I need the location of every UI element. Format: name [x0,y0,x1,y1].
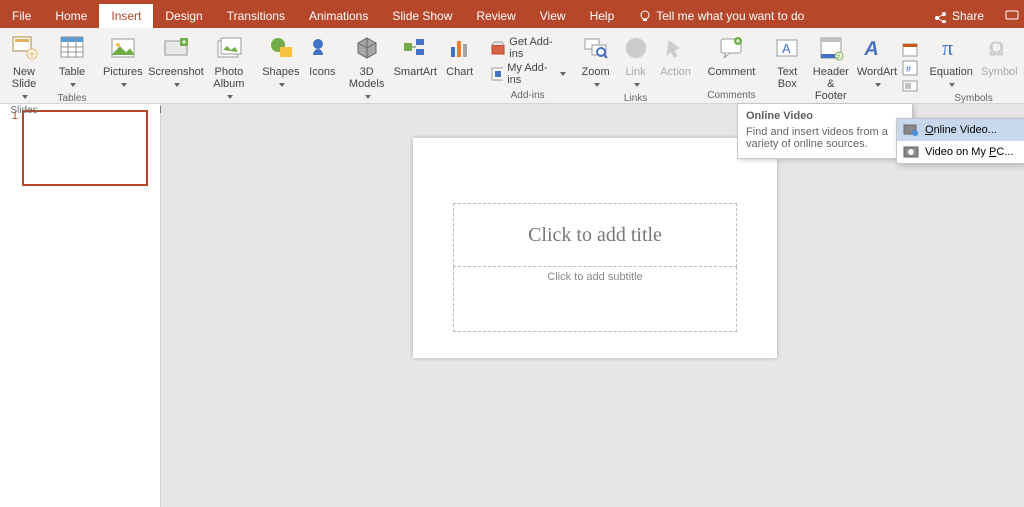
my-addins-button[interactable]: My Add-ins [488,62,568,86]
textbox-icon: A [771,32,803,64]
tab-home[interactable]: Home [43,4,99,28]
object-icon[interactable] [902,78,918,94]
wordart-icon: A [861,32,893,64]
symbol-button: Ω Symbol [977,30,1022,92]
menu-video-on-pc[interactable]: Video on My PC... [897,141,1024,163]
tab-view[interactable]: View [528,4,578,28]
action-button: Action [656,30,696,92]
svg-text:A: A [782,41,791,56]
group-label-addins: Add-ins [511,89,545,103]
group-images: Pictures Screenshot Photo Album Images [96,28,255,103]
screenshot-button[interactable]: Screenshot [146,30,207,104]
thumbnail-preview[interactable] [22,110,148,186]
thumbnail-slide-1[interactable]: 1 [0,110,160,186]
icons-icon [306,32,338,64]
menubar: File Home Insert Design Transitions Anim… [0,4,1024,28]
subtitle-placeholder[interactable]: Click to add subtitle [453,267,737,332]
wordart-button[interactable]: A WordArt [854,30,899,104]
svg-text:Ω: Ω [989,38,1004,60]
header-footer-icon: # [815,32,847,64]
link-button: Link [616,30,656,92]
video-dropdown-menu: Online Video... Video on My PC... [896,118,1024,164]
lightbulb-icon [638,9,652,23]
group-links: Zoom Link Action Links [572,28,700,103]
thumbnail-pane[interactable]: 1 [0,104,161,507]
online-video-icon [903,122,919,138]
titlebar [0,0,1024,4]
group-illustrations: Shapes Icons 3D Models SmartArt Chart Il… [255,28,483,103]
tab-design[interactable]: Design [153,4,214,28]
group-slides: New Slide Slides [0,28,48,103]
zoom-icon [580,32,612,64]
tab-slideshow[interactable]: Slide Show [380,4,464,28]
photo-album-button[interactable]: Photo Album [206,30,251,104]
link-icon [620,32,652,64]
tab-review[interactable]: Review [464,4,527,28]
tab-help[interactable]: Help [578,4,627,28]
table-button[interactable]: Table [52,30,92,92]
title-placeholder[interactable]: Click to add title [453,203,737,267]
chart-icon [444,32,476,64]
group-comments: Comment Comments [700,28,764,103]
tab-file[interactable]: File [0,4,43,28]
3d-models-button[interactable]: 3D Models [342,30,391,104]
smartart-button[interactable]: SmartArt [391,30,440,104]
workspace: 1 Click to add title Click to add subtit… [0,104,1024,507]
svg-text:π: π [942,35,953,60]
addins-icon [490,66,504,82]
share-button[interactable]: Share [924,9,994,23]
tooltip-desc: Find and insert videos from a variety of… [746,126,904,150]
new-slide-icon [8,32,40,64]
video-pc-icon [903,144,919,160]
tell-me[interactable]: Tell me what you want to do [638,9,804,23]
group-tables: Table Tables [48,28,96,103]
svg-text:A: A [864,38,881,60]
photo-album-icon [213,32,245,64]
action-icon [660,32,692,64]
slide-number-icon[interactable]: # [902,60,918,76]
pictures-button[interactable]: Pictures [100,30,146,104]
header-footer-button[interactable]: # Header & Footer [807,30,854,104]
tooltip-title: Online Video [746,110,904,122]
comment-button[interactable]: Comment [704,30,760,89]
slide-canvas[interactable]: Click to add title Click to add subtitle [161,104,1024,507]
new-slide-button[interactable]: New Slide [4,30,44,104]
equation-button[interactable]: π Equation [926,30,977,92]
slide[interactable]: Click to add title Click to add subtitle [413,138,777,358]
group-addins: Get Add-ins My Add-ins Add-ins [484,28,572,103]
get-addins-button[interactable]: Get Add-ins [488,36,568,60]
ribbon-insert: New Slide Slides Table Tables Pictures S… [0,28,1024,104]
tooltip-online-video: Online Video Find and insert videos from… [737,103,913,159]
screenshot-icon [160,32,192,64]
equation-icon: π [935,32,967,64]
group-text: A Text Box # Header & Footer A WordArt #… [763,28,921,103]
group-label-comments: Comments [707,89,755,103]
comments-pane-icon[interactable] [1004,8,1020,24]
textbox-button[interactable]: A Text Box [767,30,807,104]
pictures-icon [107,32,139,64]
tab-transitions[interactable]: Transitions [215,4,297,28]
icons-button[interactable]: Icons [302,30,342,104]
menu-online-video[interactable]: Online Video... [897,119,1024,141]
svg-text:#: # [836,52,841,61]
group-label-slides: Slides [10,104,37,118]
chart-button[interactable]: Chart [440,30,480,104]
group-symbols: π Equation Ω Symbol Symbols [922,28,1024,103]
tab-insert[interactable]: Insert [99,4,153,28]
store-icon [490,40,506,56]
3d-models-icon [351,32,383,64]
shapes-button[interactable]: Shapes [259,30,302,104]
symbol-icon: Ω [983,32,1015,64]
thumbnail-number: 1 [0,110,22,186]
shapes-icon [265,32,297,64]
share-icon [934,9,948,23]
group-label-tables: Tables [58,92,87,106]
smartart-icon [399,32,431,64]
table-icon [56,32,88,64]
zoom-button[interactable]: Zoom [576,30,616,92]
svg-text:#: # [906,64,911,74]
date-time-icon[interactable] [902,42,918,58]
comment-icon [715,32,747,64]
tab-animations[interactable]: Animations [297,4,380,28]
